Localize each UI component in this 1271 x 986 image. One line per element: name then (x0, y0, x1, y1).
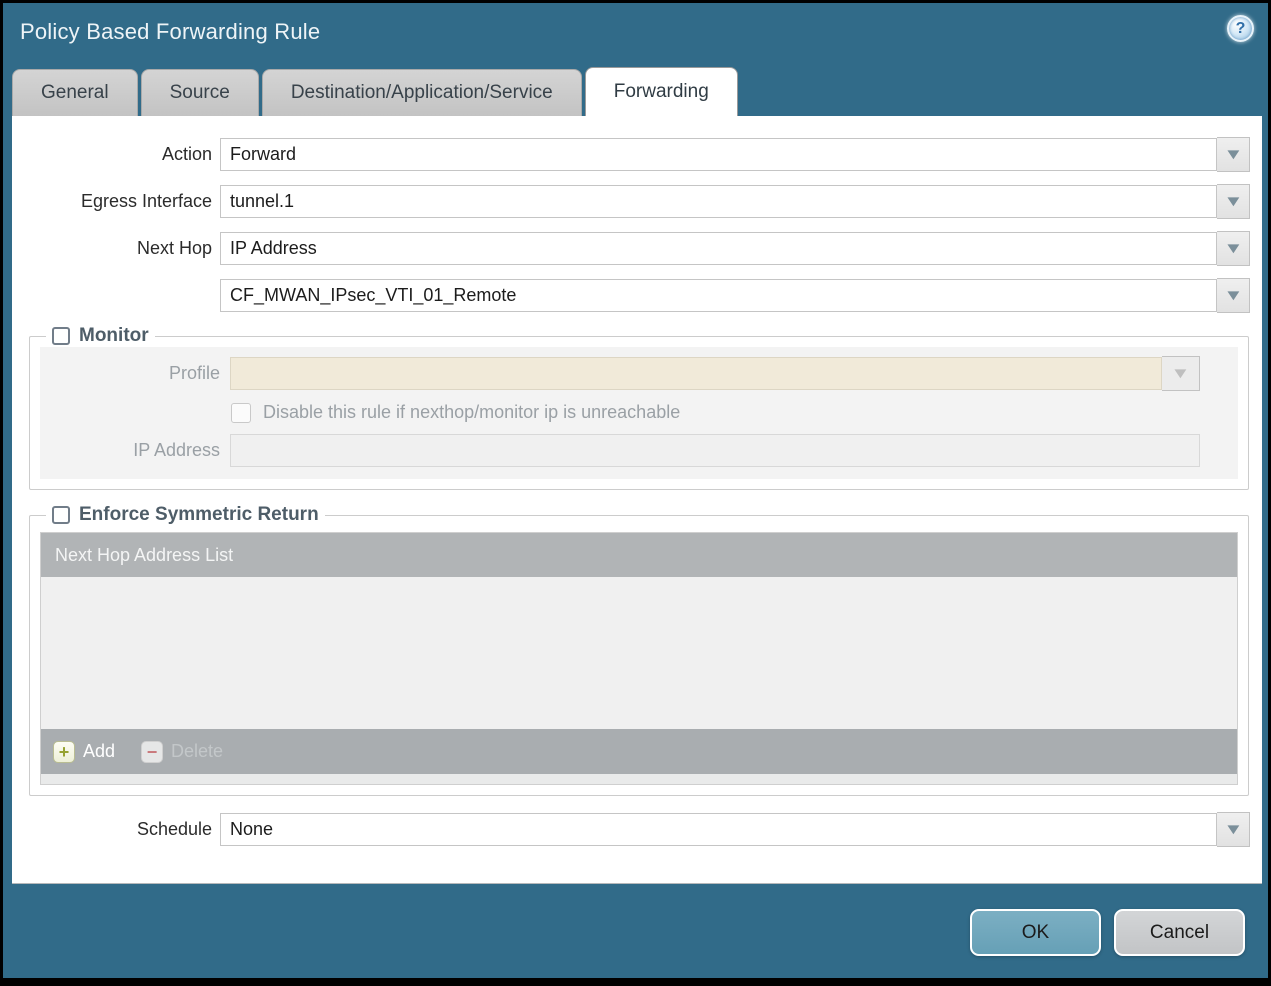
monitor-ip-address-input (230, 434, 1200, 467)
form-area: Action ▼ Egress Interface ▼ (12, 116, 1262, 847)
delete-button-label: Delete (171, 741, 224, 761)
tab-forwarding[interactable]: Forwarding (584, 67, 738, 116)
table-scrollbar-track (41, 774, 1237, 784)
dialog-footer: OK Cancel (3, 884, 1268, 981)
action-label: Action (161, 144, 212, 164)
tab-source[interactable]: Source (140, 69, 259, 116)
monitor-title: Monitor (79, 325, 149, 346)
add-icon: + (53, 740, 75, 763)
table-footer: + Add − Delete (41, 729, 1237, 774)
chevron-down-icon: ▼ (1170, 365, 1191, 382)
next-hop-address-select[interactable] (220, 279, 1217, 312)
disable-rule-checkbox (231, 402, 251, 423)
action-row: Action ▼ (12, 137, 1262, 172)
egress-interface-select[interactable] (220, 185, 1217, 218)
monitor-ip-address-row: IP Address (40, 434, 1238, 467)
chevron-down-icon: ▼ (1222, 193, 1244, 210)
monitor-body: Profile ▼ Disable this rule if nexthop/m… (40, 347, 1238, 479)
schedule-label: Schedule (136, 819, 212, 839)
monitor-legend: Monitor (46, 325, 155, 347)
ok-button[interactable]: OK (970, 909, 1101, 956)
chevron-down-icon: ▼ (1222, 146, 1244, 163)
monitor-ip-address-label: IP Address (133, 440, 220, 460)
disable-rule-label: Disable this rule if nexthop/monitor ip … (263, 402, 681, 422)
dialog-frame: Policy Based Forwarding Rule ? General S… (3, 3, 1268, 978)
next-hop-address-row: ▼ (12, 278, 1262, 313)
enforce-symmetric-return-legend: Enforce Symmetric Return (46, 504, 325, 526)
cancel-button[interactable]: Cancel (1114, 909, 1245, 956)
schedule-select[interactable] (220, 813, 1217, 846)
add-button[interactable]: + Add (53, 740, 116, 763)
tab-general[interactable]: General (12, 69, 138, 116)
table-body-empty (41, 577, 1237, 729)
table-header: Next Hop Address List (41, 533, 1237, 577)
tab-destination-application-service[interactable]: Destination/Application/Service (261, 69, 582, 116)
enforce-symmetric-return-section: Enforce Symmetric Return Next Hop Addres… (29, 504, 1249, 796)
delete-icon: − (141, 740, 164, 763)
profile-row: Profile ▼ (40, 356, 1238, 391)
action-select[interactable] (220, 138, 1217, 171)
egress-interface-dropdown-button[interactable]: ▼ (1217, 184, 1250, 219)
chevron-down-icon: ▼ (1222, 821, 1244, 838)
disable-rule-row: Disable this rule if nexthop/monitor ip … (40, 402, 1238, 423)
egress-interface-label: Egress Interface (80, 191, 212, 211)
egress-interface-row: Egress Interface ▼ (12, 184, 1262, 219)
dialog-title: Policy Based Forwarding Rule (20, 19, 321, 44)
next-hop-address-list-table: Next Hop Address List + Add − Delete (40, 532, 1238, 785)
monitor-checkbox[interactable] (52, 327, 70, 345)
forwarding-tab-panel: Action ▼ Egress Interface ▼ (12, 116, 1262, 884)
title-bar: Policy Based Forwarding Rule ? (3, 3, 1268, 69)
next-hop-label: Next Hop (136, 238, 212, 258)
delete-button: − Delete (141, 740, 224, 763)
schedule-row: Schedule ▼ (12, 812, 1262, 847)
profile-select (230, 357, 1162, 390)
enforce-symmetric-return-checkbox[interactable] (52, 506, 70, 524)
help-icon[interactable]: ? (1227, 15, 1254, 42)
add-button-label: Add (83, 741, 116, 761)
profile-label: Profile (168, 363, 220, 383)
next-hop-row: Next Hop ▼ (12, 231, 1262, 266)
tab-strip: General Source Destination/Application/S… (12, 67, 738, 116)
monitor-section: Monitor Profile ▼ Disable this rule if n… (29, 325, 1249, 490)
next-hop-type-select[interactable] (220, 232, 1217, 265)
chevron-down-icon: ▼ (1222, 287, 1244, 304)
next-hop-address-dropdown-button[interactable]: ▼ (1217, 278, 1250, 313)
action-dropdown-button[interactable]: ▼ (1217, 137, 1250, 172)
profile-dropdown-button: ▼ (1162, 356, 1200, 391)
schedule-dropdown-button[interactable]: ▼ (1217, 812, 1250, 847)
enforce-symmetric-return-title: Enforce Symmetric Return (79, 504, 319, 525)
next-hop-type-dropdown-button[interactable]: ▼ (1217, 231, 1250, 266)
chevron-down-icon: ▼ (1222, 240, 1244, 257)
